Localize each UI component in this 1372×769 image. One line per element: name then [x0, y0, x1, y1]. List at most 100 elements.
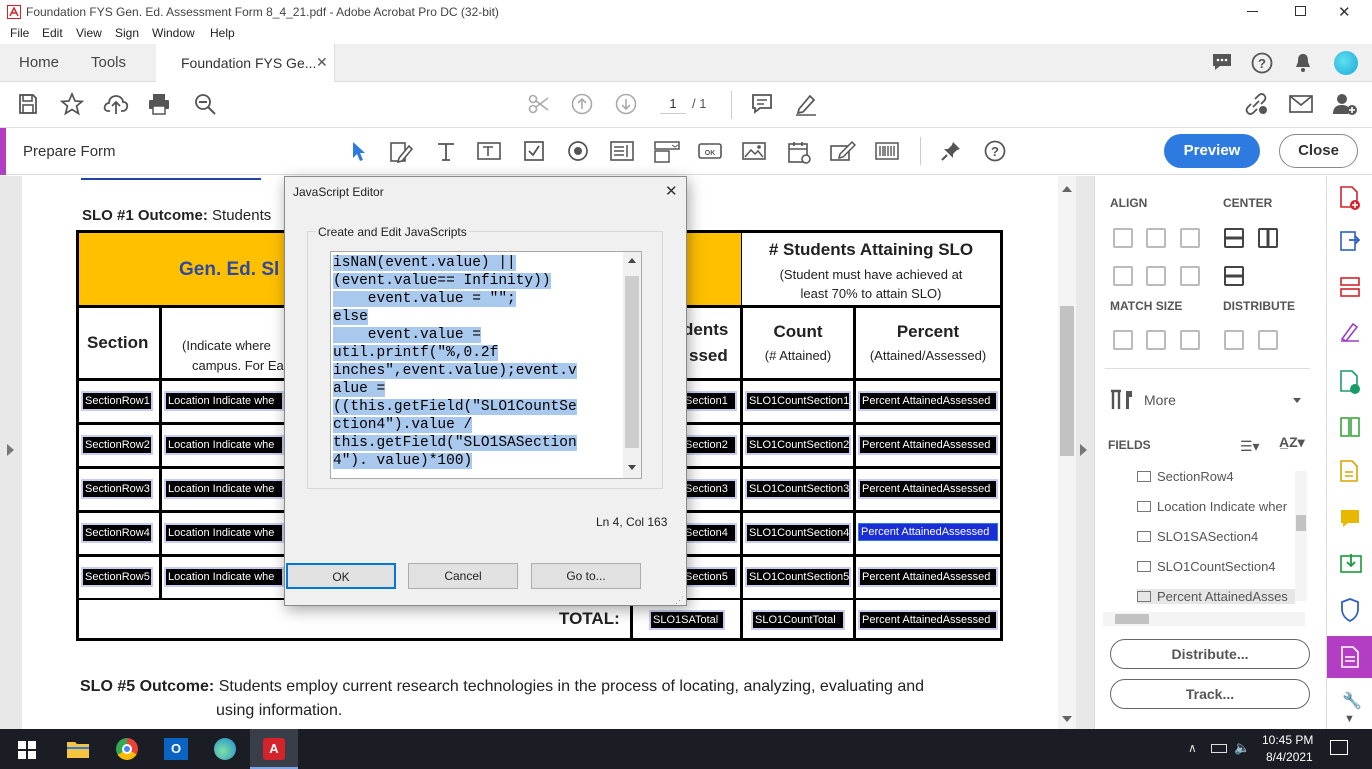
distribute-horizontal-icon[interactable] — [1224, 330, 1244, 350]
align-right-icon[interactable] — [1180, 228, 1200, 248]
taskbar-time[interactable]: 10:45 PM — [1262, 733, 1313, 747]
section-field[interactable]: SectionRow1 — [81, 391, 153, 411]
location-field[interactable]: Location Indicate whe — [164, 391, 284, 411]
menu-edit[interactable]: Edit — [42, 26, 63, 40]
cancel-button[interactable]: Cancel — [408, 563, 518, 589]
bell-icon[interactable] — [1294, 53, 1312, 73]
checkbox-tool-icon[interactable] — [523, 140, 545, 162]
code-scroll-thumb[interactable] — [625, 276, 639, 448]
highlight-pen-icon[interactable] — [794, 92, 818, 116]
prepare-form-tool-icon[interactable] — [1327, 636, 1372, 678]
count-field[interactable]: SLO1CountSection4 — [745, 523, 851, 543]
tab-home[interactable]: Home — [19, 54, 59, 71]
field-list-item[interactable]: SLO1SASection4 — [1137, 529, 1258, 544]
sort-az-icon[interactable]: A̲Z▾ — [1279, 434, 1305, 451]
scan-icon[interactable] — [1339, 460, 1361, 484]
code-scroll-up-icon[interactable] — [628, 258, 636, 263]
link-icon[interactable] — [1243, 93, 1269, 115]
tab-document[interactable]: Foundation FYS Ge... ✕ — [156, 44, 335, 82]
code-editor[interactable]: isNaN(event.value) || (event.value== Infi… — [330, 251, 642, 479]
tab-close-icon[interactable]: ✕ — [316, 54, 328, 71]
sa-field[interactable]: Section4 — [681, 523, 737, 543]
align-bottom-icon[interactable] — [1180, 266, 1200, 286]
scroll-thumb[interactable] — [1060, 306, 1074, 456]
tab-tools[interactable]: Tools — [91, 54, 126, 71]
protect-icon[interactable] — [1340, 598, 1360, 622]
text-field-icon[interactable] — [477, 141, 501, 161]
count-field[interactable]: SLO1CountSection3 — [745, 479, 851, 499]
acrobat-taskbar-icon[interactable]: A — [250, 729, 298, 769]
sa-field[interactable]: Section3 — [681, 479, 737, 499]
minimize-icon[interactable] — [1247, 11, 1258, 12]
field-list-item[interactable]: Percent AttainedAsses — [1137, 589, 1295, 604]
zoom-out-icon[interactable] — [193, 92, 217, 116]
more-label[interactable]: More — [1144, 392, 1176, 408]
restore-icon[interactable] — [1295, 6, 1306, 16]
dropdown-tool-icon[interactable] — [654, 140, 680, 164]
export-tool-icon[interactable] — [1339, 552, 1363, 576]
chat-icon[interactable] — [1211, 52, 1233, 72]
distribute-button[interactable]: Distribute... — [1110, 639, 1310, 669]
count-field[interactable]: SLO1CountSection5 — [745, 567, 851, 587]
location-field[interactable]: Location Indicate whe — [164, 567, 284, 587]
cut-icon[interactable] — [528, 93, 550, 115]
menu-help[interactable]: Help — [210, 26, 235, 40]
selected-percent-field[interactable]: Percent AttainedAssessed — [858, 523, 998, 541]
print-icon[interactable] — [147, 92, 171, 116]
scroll-down-icon[interactable] — [1062, 716, 1072, 722]
menu-file[interactable]: File — [10, 26, 29, 40]
compare-icon[interactable] — [1339, 416, 1361, 438]
edit-field-icon[interactable] — [389, 140, 413, 164]
field-list-item[interactable]: SLO1CountSection4 — [1137, 559, 1276, 574]
left-panel-toggle-icon[interactable] — [7, 444, 14, 456]
percent-field[interactable]: Percent AttainedAssessed — [858, 479, 998, 499]
more-dropdown-icon[interactable] — [1293, 398, 1301, 403]
signature-tool-icon[interactable] — [830, 140, 856, 162]
radio-tool-icon[interactable] — [567, 140, 589, 162]
pin-icon[interactable] — [940, 140, 962, 162]
total-percent-field[interactable]: Percent AttainedAssessed — [858, 610, 998, 630]
outlook-icon[interactable]: O — [164, 738, 188, 760]
upload-cloud-icon[interactable] — [103, 92, 129, 116]
menu-view[interactable]: View — [76, 26, 102, 40]
right-panel-toggle-icon[interactable] — [1080, 444, 1087, 456]
star-icon[interactable] — [60, 92, 84, 116]
fields-scrollbar[interactable] — [1295, 471, 1307, 601]
comment-tool-icon[interactable] — [1339, 508, 1361, 530]
align-middle-icon[interactable] — [1146, 266, 1166, 286]
image-tool-icon[interactable] — [742, 141, 766, 161]
notifications-icon[interactable] — [1330, 740, 1348, 755]
align-left-icon[interactable] — [1113, 228, 1133, 248]
menu-sign[interactable]: Sign — [115, 26, 139, 40]
field-list-item[interactable]: SectionRow4 — [1137, 469, 1234, 484]
chrome-icon[interactable] — [116, 738, 138, 760]
total-count-field[interactable]: SLO1CountTotal — [751, 610, 845, 630]
organize-pages-icon[interactable] — [1339, 276, 1361, 298]
close-form-button[interactable]: Close — [1279, 134, 1358, 168]
text-tool-icon[interactable] — [436, 141, 456, 161]
match-both-icon[interactable] — [1180, 330, 1200, 350]
create-pdf-icon[interactable] — [1339, 186, 1361, 210]
vertical-scrollbar[interactable] — [1058, 176, 1076, 729]
edit-pdf-icon[interactable] — [1339, 370, 1361, 394]
track-button[interactable]: Track... — [1110, 679, 1310, 709]
location-field[interactable]: Location Indicate whe — [164, 435, 284, 455]
percent-field[interactable]: Percent AttainedAssessed — [858, 435, 998, 455]
location-field[interactable]: Location Indicate whe — [164, 479, 284, 499]
tray-chevron-icon[interactable]: ∧ — [1188, 741, 1197, 755]
center-both-icon[interactable] — [1224, 266, 1244, 286]
close-window-icon[interactable]: ✕ — [1338, 3, 1351, 21]
section-field[interactable]: SectionRow3 — [81, 479, 153, 499]
battery-icon[interactable] — [1211, 744, 1227, 753]
match-height-icon[interactable] — [1146, 330, 1166, 350]
fill-sign-icon[interactable] — [1339, 320, 1361, 342]
file-explorer-icon[interactable] — [66, 739, 90, 759]
expand-tools-icon[interactable]: ▼ — [1344, 713, 1355, 725]
align-center-icon[interactable] — [1146, 228, 1166, 248]
menu-window[interactable]: Window — [152, 26, 195, 40]
ok-button[interactable]: OK — [286, 563, 396, 589]
percent-field[interactable]: Percent AttainedAssessed — [858, 567, 998, 587]
count-field[interactable]: SLO1CountSection2 — [745, 435, 851, 455]
volume-icon[interactable]: 🔈 — [1234, 740, 1250, 756]
distribute-vertical-icon[interactable] — [1258, 330, 1278, 350]
